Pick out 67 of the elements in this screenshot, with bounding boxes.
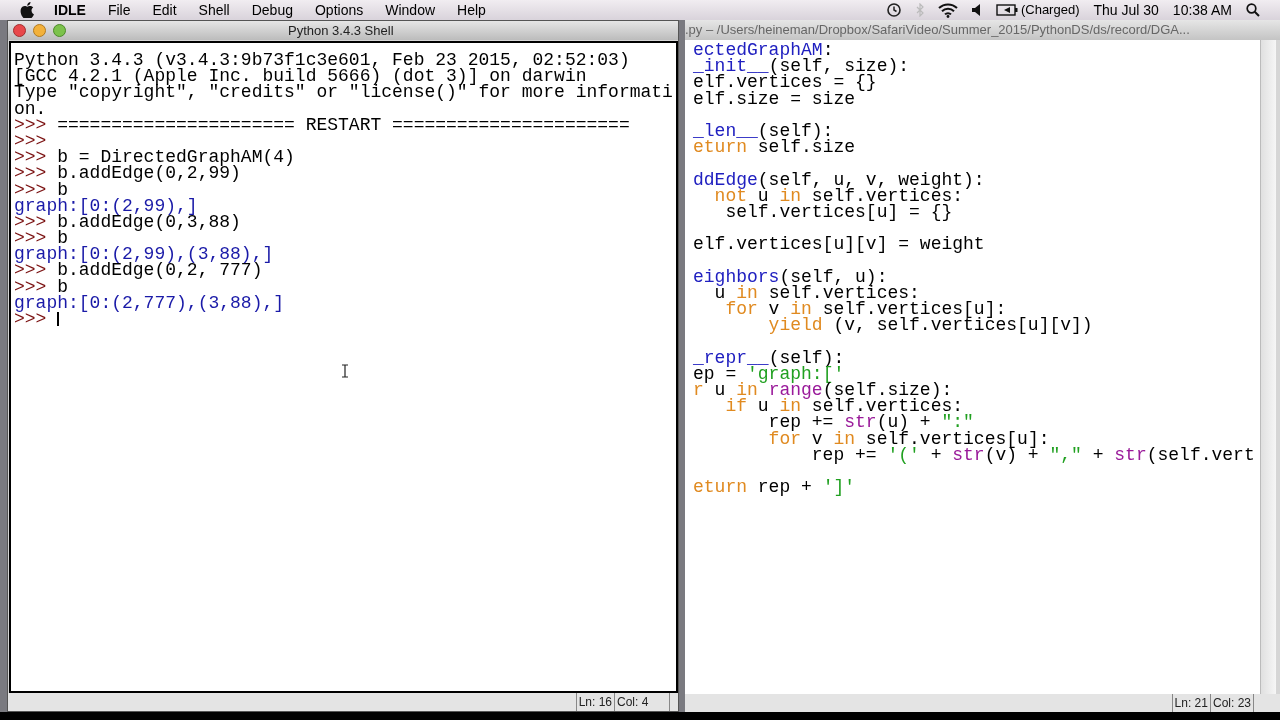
shell-output-text: graph:[0:(2,99),(3,88),] [14, 246, 274, 263]
line-number-status: Ln: 16 [575, 693, 615, 711]
code-line: elf.vertices[u][v] = weight [692, 236, 985, 253]
scrollbar[interactable] [1260, 40, 1276, 694]
shell-command-text: ====================== RESTART ====================== [57, 116, 630, 133]
shell-command-text: b.addEdge(0,2, 777) [57, 262, 263, 279]
code-line: eturn rep + ']' [692, 479, 856, 496]
code-line: self.vertices[u] = {} [724, 203, 953, 221]
battery-status: (Charged) [1020, 1, 1080, 20]
search-icon[interactable] [1246, 3, 1260, 17]
shell-output-text: graph:[0:(2,777),(3,88),] [14, 294, 285, 311]
shell-output-text: graph:[0:(2,99),] [14, 197, 198, 214]
code-line: for v in self.vertices[u]: [724, 301, 1007, 318]
shell-banner-text: [GCC 4.2.1 (Apple Inc. build 5666) (dot 3)] on darwin [14, 68, 587, 85]
wifi-icon[interactable] [937, 2, 958, 18]
code-line: _len__(self): [692, 122, 834, 140]
code-line: ddEdge(self, u, v, weight): [692, 171, 985, 188]
shell-prompt: >>> [14, 230, 47, 247]
shell-banner-text: on. [14, 100, 47, 117]
menu-item[interactable]: File [107, 0, 131, 21]
menu-item[interactable]: Edit [152, 0, 177, 21]
app-menu[interactable]: IDLE [54, 0, 86, 21]
shell-prompt: >>> [14, 311, 47, 328]
shell-banner-text: Type "copyright", "credits" or "license()" for more informati [14, 84, 673, 101]
minimize-button[interactable] [33, 24, 46, 37]
zoom-button[interactable] [53, 24, 66, 37]
code-line: elf.size = size [692, 90, 856, 107]
code-line: yield (v, self.vertices[u][v]) [767, 317, 1093, 334]
shell-command-text: b = DirectedGraphAM(4) [57, 149, 295, 166]
shell-banner-text: Python 3.4.3 (v3.4.3:9b73f1c3e601, Feb 23 2015, 02:52:03) [14, 52, 630, 69]
battery-icon[interactable] [995, 4, 1018, 16]
shell-command-text: b [57, 278, 68, 295]
shell-prompt: >>> [14, 262, 47, 279]
speaker-icon[interactable] [971, 4, 982, 16]
code-line: elf.vertices = {} [692, 74, 877, 91]
menu-item[interactable]: Window [385, 0, 436, 21]
column-status: Col: 4 [615, 693, 670, 711]
code-line: rep += str(u) + ":" [767, 414, 974, 431]
window-title: Python 3.4.3 Shell [288, 21, 394, 40]
shell-prompt: >>> [14, 116, 47, 133]
shell-prompt: >>> [14, 278, 47, 295]
code-line: for v in self.vertices[u]: [767, 430, 1050, 447]
clock-history-icon[interactable] [885, 2, 902, 18]
shell-command-text: b [57, 230, 68, 247]
code-line: ectedGraphAM: [692, 42, 834, 59]
shell-command-text: b.addEdge(0,2,99) [57, 165, 241, 182]
shell-command-text: b.addEdge(0,3,88) [57, 213, 241, 231]
menu-bar-date[interactable]: Thu Jul 30 [1093, 0, 1159, 21]
menu-item[interactable]: Debug [251, 0, 293, 21]
menu-bar-clock[interactable]: 10:38 AM [1172, 0, 1232, 21]
shell-command-text: b [57, 181, 68, 198]
code-line: _repr__(self): [692, 349, 845, 366]
shell-prompt: >>> [14, 165, 47, 182]
code-line: eighbors(self, u): [692, 268, 888, 285]
menu-item[interactable]: Shell [198, 0, 230, 21]
code-line: eturn self.size [692, 139, 856, 156]
code-line: _init__(self, size): [692, 58, 910, 75]
apple-logo-icon[interactable] [20, 2, 34, 18]
shell-prompt: >>> [14, 181, 47, 198]
menu-item[interactable]: Options [315, 0, 364, 21]
text-cursor-icon [341, 364, 349, 378]
window-title: .py – /Users/heineman/Dropbox/SafariVideo/Summer_2015/PythonDS/ds/record/DGA... [685, 21, 1190, 40]
shell-prompt: >>> [14, 132, 47, 150]
shell-prompt: >>> [14, 149, 47, 166]
close-button[interactable] [13, 24, 26, 37]
code-line: if u in self.vertices: [724, 398, 964, 415]
menu-item[interactable]: Help [457, 0, 486, 21]
